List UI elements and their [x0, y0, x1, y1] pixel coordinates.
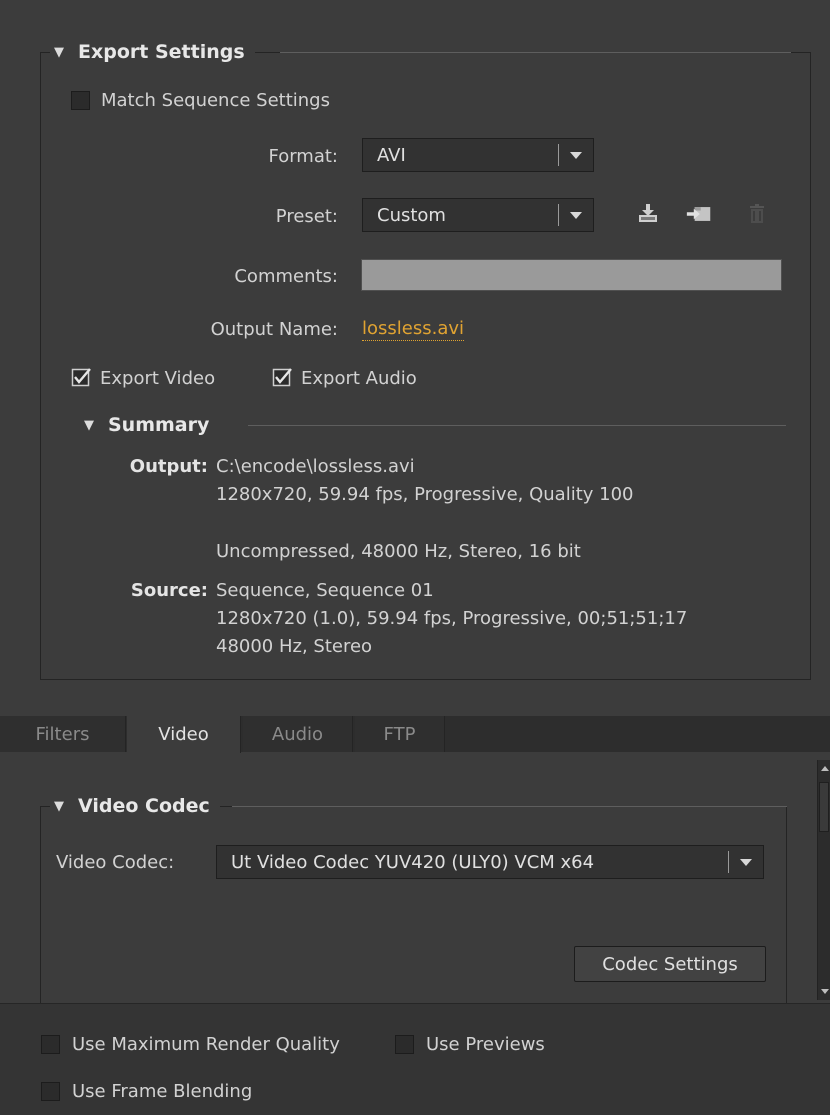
tab-ftp[interactable]: FTP	[355, 716, 445, 752]
summary-header[interactable]: ▼ Summary	[80, 411, 220, 439]
export-video-label: Export Video	[100, 368, 216, 389]
preset-dropdown[interactable]: Custom	[362, 198, 594, 232]
video-codec-divider	[232, 806, 787, 807]
scrollbar-thumb[interactable]	[819, 782, 829, 832]
format-label: Format:	[268, 146, 339, 167]
summary-divider	[248, 425, 786, 426]
export-audio-label: Export Audio	[301, 368, 417, 389]
frame-blending-checkbox[interactable]	[41, 1082, 60, 1101]
scrollbar[interactable]	[817, 760, 830, 1000]
summary-output-video: 1280x720, 59.94 fps, Progressive, Qualit…	[216, 484, 634, 505]
output-name-link[interactable]: lossless.avi	[362, 318, 465, 341]
summary-source-sequence: Sequence, Sequence 01	[216, 580, 434, 601]
import-preset-icon[interactable]	[686, 201, 712, 227]
scroll-down-icon[interactable]	[821, 989, 829, 994]
summary-output-key: Output:	[129, 456, 208, 477]
video-codec-header[interactable]: ▼ Video Codec	[50, 792, 220, 820]
tab-audio[interactable]: Audio	[243, 716, 353, 752]
video-codec-value: Ut Video Codec YUV420 (ULY0) VCM x64	[231, 851, 595, 873]
preset-value: Custom	[377, 204, 446, 226]
export-settings-divider	[280, 52, 791, 53]
delete-preset-icon	[744, 201, 770, 227]
use-previews-label: Use Previews	[426, 1034, 545, 1055]
summary-source-key: Source:	[130, 580, 208, 601]
match-sequence-label: Match Sequence Settings	[101, 90, 330, 111]
summary-output-audio: Uncompressed, 48000 Hz, Stereo, 16 bit	[216, 541, 581, 562]
video-codec-dropdown[interactable]: Ut Video Codec YUV420 (ULY0) VCM x64	[216, 845, 764, 879]
preset-label: Preset:	[275, 206, 338, 227]
export-video-checkbox[interactable]	[71, 368, 91, 387]
summary-output-path: C:\encode\lossless.avi	[216, 456, 415, 477]
collapse-triangle-icon[interactable]: ▼	[54, 799, 64, 814]
chevron-down-icon[interactable]	[559, 211, 593, 219]
summary-title: Summary	[108, 414, 210, 436]
chevron-down-icon[interactable]	[729, 858, 763, 866]
comments-label: Comments:	[234, 266, 338, 287]
export-audio-checkbox[interactable]	[272, 368, 292, 387]
video-codec-title: Video Codec	[78, 795, 210, 817]
match-sequence-checkbox[interactable]	[71, 91, 90, 110]
collapse-triangle-icon[interactable]: ▼	[84, 418, 94, 433]
format-dropdown[interactable]: AVI	[362, 138, 594, 172]
scroll-up-icon[interactable]	[821, 766, 829, 771]
max-render-quality-label: Use Maximum Render Quality	[72, 1034, 340, 1055]
output-name-label: Output Name:	[210, 319, 338, 340]
use-previews-checkbox[interactable]	[395, 1035, 414, 1054]
frame-blending-label: Use Frame Blending	[72, 1081, 253, 1102]
video-codec-label: Video Codec:	[56, 852, 175, 873]
video-codec-group	[40, 806, 787, 1016]
tab-filters[interactable]: Filters	[0, 716, 126, 752]
collapse-triangle-icon[interactable]: ▼	[54, 45, 64, 60]
max-render-quality-checkbox[interactable]	[41, 1035, 60, 1054]
format-value: AVI	[377, 144, 406, 166]
codec-settings-button[interactable]: Codec Settings	[574, 946, 766, 982]
tab-video[interactable]: Video	[127, 716, 241, 753]
summary-source-video: 1280x720 (1.0), 59.94 fps, Progressive, …	[216, 608, 688, 629]
chevron-down-icon[interactable]	[559, 151, 593, 159]
comments-field[interactable]	[361, 259, 782, 291]
export-settings-header[interactable]: ▼ Export Settings	[50, 38, 255, 66]
summary-source-audio: 48000 Hz, Stereo	[216, 636, 373, 657]
export-settings-title: Export Settings	[78, 41, 245, 63]
save-preset-icon[interactable]	[635, 200, 661, 226]
